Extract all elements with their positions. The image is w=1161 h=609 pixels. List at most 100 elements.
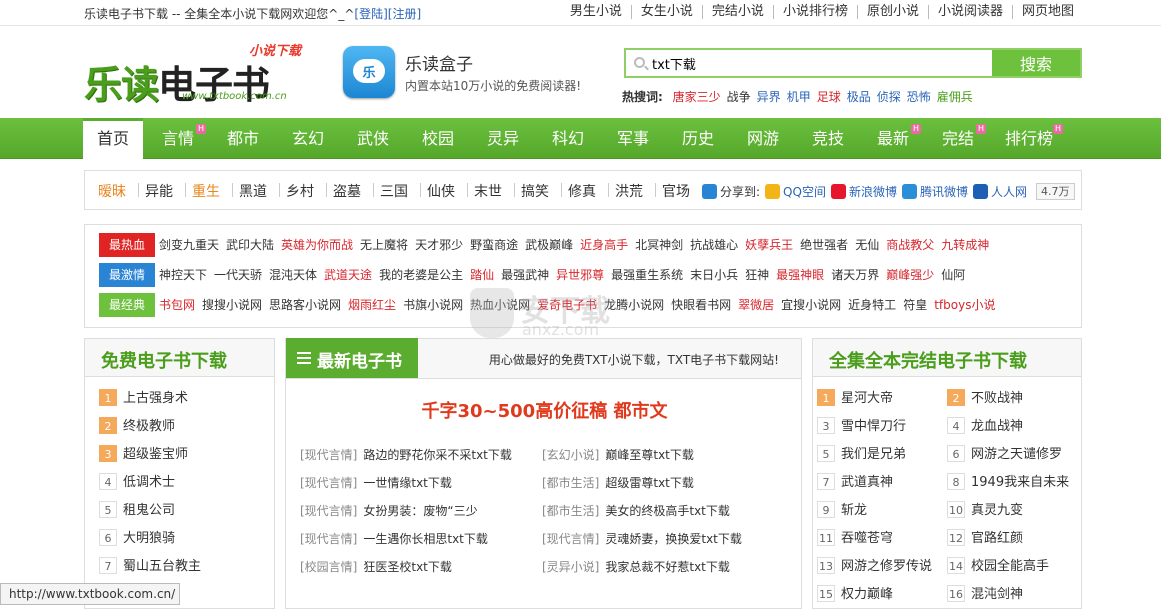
app-promo[interactable]: 乐 乐读盒子 内置本站10万小说的免费阅读器! <box>343 46 623 100</box>
top-link-finished[interactable]: 完结小说 <box>701 5 773 19</box>
promo-banner[interactable]: 千字30~500高价征稿 都市文 <box>286 397 803 423</box>
nav-item[interactable]: 校园 <box>408 118 468 159</box>
rank-item[interactable]: 6 大明狼骑 <box>99 527 175 546</box>
featured-link[interactable]: 符皇 <box>903 293 927 317</box>
share-3-icon[interactable] <box>972 184 988 199</box>
rank-title[interactable]: 我们是兄弟 <box>841 447 906 462</box>
rank-title[interactable]: 武道真神 <box>841 475 893 490</box>
news-title[interactable]: 路边的野花你采不采txt下载 <box>363 448 512 462</box>
news-item[interactable]: [现代言情] 灵魂娇妻，换换爱txt下载 <box>542 530 742 547</box>
hot-word[interactable]: 战争 <box>727 90 751 104</box>
news-category[interactable]: [都市生活] <box>542 504 599 518</box>
rank-item[interactable]: 5 我们是兄弟 <box>817 443 906 462</box>
news-title[interactable]: 巅峰至尊txt下载 <box>605 448 694 462</box>
hot-word[interactable]: 极品 <box>847 90 871 104</box>
nav-item[interactable]: 军事 <box>603 118 663 159</box>
featured-link[interactable]: 妖孽兵王 <box>745 233 793 257</box>
news-item[interactable]: [都市生活] 超级雷尊txt下载 <box>542 474 694 491</box>
featured-link[interactable]: 翠微居 <box>738 293 774 317</box>
rank-title[interactable]: 真灵九变 <box>971 503 1023 518</box>
news-item[interactable]: [校园言情] 狂医圣校txt下载 <box>300 558 452 575</box>
share-link[interactable]: QQ空间 <box>783 183 826 200</box>
featured-link[interactable]: 天才邪少 <box>415 233 463 257</box>
hot-word[interactable]: 异界 <box>757 90 781 104</box>
share-1-icon[interactable] <box>830 184 846 199</box>
featured-link[interactable]: 诸天万界 <box>831 263 879 287</box>
top-link-reader[interactable]: 小说阅读器 <box>927 5 1012 19</box>
hot-word[interactable]: 侦探 <box>877 90 901 104</box>
rank-item[interactable]: 13 网游之修罗传说 <box>817 555 932 574</box>
news-title[interactable]: 女扮男装：废物“三少 <box>363 504 477 518</box>
news-category[interactable]: [现代言情] <box>300 532 357 546</box>
rank-item[interactable]: 4 低调术士 <box>99 471 175 490</box>
rank-title[interactable]: 龙血战神 <box>971 419 1023 434</box>
rank-title[interactable]: 校园全能高手 <box>971 559 1049 574</box>
hot-word[interactable]: 足球 <box>817 90 841 104</box>
featured-link[interactable]: 异世邪尊 <box>556 263 604 287</box>
nav-item[interactable]: 首页 <box>83 118 143 159</box>
rank-item[interactable]: 15 权力巅峰 <box>817 583 893 602</box>
rank-title[interactable]: 吞噬苍穹 <box>841 531 893 546</box>
news-title[interactable]: 我家总裁不好惹txt下载 <box>605 560 730 574</box>
top-link-boys[interactable]: 男生小说 <box>561 5 631 19</box>
news-item[interactable]: [灵异小说] 我家总裁不好惹txt下载 <box>542 558 730 575</box>
featured-link[interactable]: 剑变九重天 <box>159 233 219 257</box>
featured-link[interactable]: 书旗小说网 <box>403 293 463 317</box>
category-tag[interactable]: 仙侠 <box>427 181 455 201</box>
news-category[interactable]: [现代言情] <box>300 504 357 518</box>
news-category[interactable]: [灵异小说] <box>542 560 599 574</box>
rank-title[interactable]: 网游之修罗传说 <box>841 559 932 574</box>
nav-item[interactable]: 玄幻 <box>278 118 338 159</box>
cloud-app-icon[interactable]: 乐 <box>343 46 395 98</box>
share-0-icon[interactable] <box>765 184 781 199</box>
rank-title[interactable]: 超级鉴宝师 <box>123 447 188 462</box>
hot-word[interactable]: 恐怖 <box>907 90 931 104</box>
rank-title[interactable]: 官路红颜 <box>971 531 1023 546</box>
featured-link[interactable]: 抗战雄心 <box>690 233 738 257</box>
top-link-sitemap[interactable]: 网页地图 <box>1011 5 1083 19</box>
top-link-girls[interactable]: 女生小说 <box>630 5 702 19</box>
news-item[interactable]: [现代言情] 女扮男装：废物“三少 <box>300 502 478 519</box>
category-tag[interactable]: 修真 <box>568 181 596 201</box>
category-tag[interactable]: 官场 <box>662 181 690 201</box>
rank-item[interactable]: 14 校园全能高手 <box>947 555 1049 574</box>
share-link[interactable]: 腾讯微博 <box>920 183 968 200</box>
category-tag[interactable]: 搞笑 <box>521 181 549 201</box>
rank-item[interactable]: 11 吞噬苍穹 <box>817 527 893 546</box>
featured-link[interactable]: 商战教父 <box>886 233 934 257</box>
featured-link[interactable]: 仙阿 <box>941 263 965 287</box>
login-link[interactable]: [登陆] <box>354 7 387 21</box>
nav-item[interactable]: 都市 <box>213 118 273 159</box>
rank-title[interactable]: 不败战神 <box>971 391 1023 406</box>
rank-item[interactable]: 6 网游之天谴修罗 <box>947 443 1062 462</box>
category-tag[interactable]: 重生 <box>192 181 220 201</box>
rank-title[interactable]: 租鬼公司 <box>123 503 175 518</box>
featured-link[interactable]: 狂神 <box>745 263 769 287</box>
rank-item[interactable]: 7 武道真神 <box>817 471 893 490</box>
nav-item[interactable]: 历史 <box>668 118 728 159</box>
category-tag[interactable]: 暧昧 <box>98 181 126 201</box>
share-plus-icon[interactable] <box>702 184 717 199</box>
news-item[interactable]: [都市生活] 美女的终极高手txt下载 <box>542 502 730 519</box>
featured-link[interactable]: 一代天骄 <box>214 263 262 287</box>
rank-item[interactable]: 8 1949我来自未来 <box>947 471 1069 490</box>
nav-item[interactable]: 排行榜 H <box>993 118 1065 159</box>
featured-link[interactable]: 神控天下 <box>159 263 207 287</box>
rank-title[interactable]: 低调术士 <box>123 475 175 490</box>
latest-ebooks-tab[interactable]: 最新电子书 <box>286 338 418 378</box>
news-item[interactable]: [现代言情] 一世情缘txt下载 <box>300 474 452 491</box>
featured-link[interactable]: 武印大陆 <box>226 233 274 257</box>
category-tag[interactable]: 异能 <box>145 181 173 201</box>
rank-title[interactable]: 上古强身术 <box>123 391 188 406</box>
category-tag[interactable]: 盗墓 <box>333 181 361 201</box>
featured-link[interactable]: tfboys小说 <box>934 293 995 317</box>
nav-item[interactable]: 完结 H <box>928 118 988 159</box>
featured-link[interactable]: 踏仙 <box>470 263 494 287</box>
news-title[interactable]: 美女的终极高手txt下载 <box>605 504 730 518</box>
search-button[interactable]: 搜索 <box>992 50 1080 76</box>
news-item[interactable]: [玄幻小说] 巅峰至尊txt下载 <box>542 446 694 463</box>
rank-title[interactable]: 星河大帝 <box>841 391 893 406</box>
top-link-ranking[interactable]: 小说排行榜 <box>772 5 857 19</box>
featured-link[interactable]: 英雄为你而战 <box>281 233 353 257</box>
featured-link[interactable]: 九转成神 <box>941 233 989 257</box>
